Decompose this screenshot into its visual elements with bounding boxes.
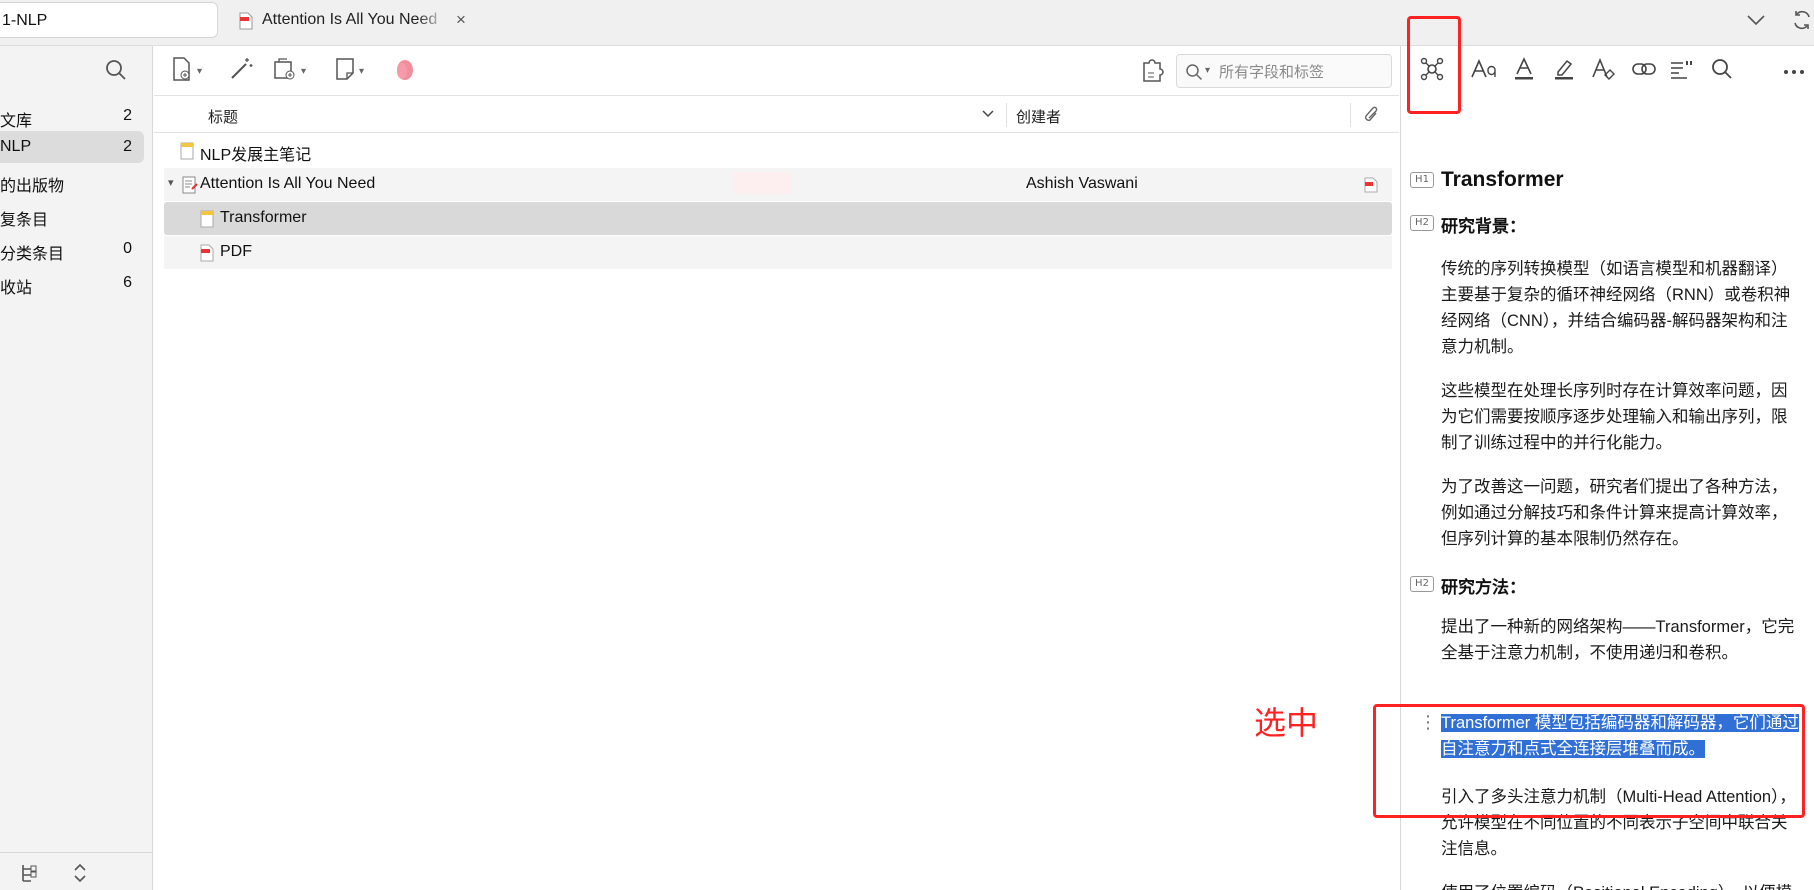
- citation-icon: [1669, 57, 1695, 86]
- items-toolbar: ▾ ▾ ▾ ▾: [154, 46, 1399, 96]
- new-item-button[interactable]: ▾: [170, 56, 202, 87]
- journal-article-icon: [182, 176, 198, 199]
- pdf-icon: [200, 244, 214, 267]
- items-pane: ▾ ▾ ▾ ▾ 标题 创建者 NLP发展主笔记: [154, 46, 1399, 890]
- highlighter-icon: [1552, 57, 1576, 86]
- section-heading: 研究方法：: [1441, 578, 1526, 597]
- sidebar-footer: [0, 852, 153, 890]
- text-color-button[interactable]: [1509, 56, 1539, 86]
- chevron-down-icon[interactable]: [1744, 8, 1768, 32]
- new-item-icon: [170, 56, 194, 87]
- collections-sidebar: 文库 2 NLP 2 的出版物 复条目 分类条目 0 收站 6: [0, 46, 153, 890]
- note-icon: [180, 142, 194, 165]
- paragraph: 使用了位置编码（Positional Encoding），以便模型能够利用序列的…: [1441, 880, 1803, 890]
- petal-icon: [392, 56, 418, 87]
- row-title: PDF: [220, 243, 252, 260]
- note-icon: [200, 210, 214, 233]
- sort-chevron-icon[interactable]: [980, 105, 996, 125]
- sidebar-item-duplicates[interactable]: 复条目: [0, 199, 144, 231]
- heading-tag: H2: [1410, 215, 1434, 231]
- text-color-icon: [1512, 56, 1536, 86]
- add-attachment-button[interactable]: ▾: [272, 56, 306, 87]
- search-highlight: [734, 172, 792, 194]
- table-row[interactable]: NLP发展主笔记: [164, 134, 1392, 167]
- sync-icon[interactable]: [1790, 8, 1814, 32]
- annotation-box-toolbar: [1407, 16, 1461, 114]
- note-editor-pane: H1 Transformer H2 研究背景： 传统的序列转换模型（如语言模型和…: [1373, 16, 1814, 890]
- puzzle-icon: [1140, 55, 1164, 88]
- table-row[interactable]: ▾ Attention Is All You Need Ashish Vaswa…: [164, 168, 1392, 201]
- table-row[interactable]: Transformer: [164, 202, 1392, 235]
- sidebar-item-nlp[interactable]: NLP 2: [0, 131, 144, 163]
- find-button[interactable]: [1707, 58, 1737, 84]
- paragraph: 为了改善这一问题，研究者们提出了各种方法，例如通过分解技巧和条件计算来提高计算效…: [1441, 478, 1788, 548]
- column-divider: [1006, 103, 1007, 127]
- row-title: NLP发展主笔记: [200, 147, 312, 164]
- row-creator: Ashish Vaswani: [1026, 175, 1138, 192]
- pdf-attachment-icon[interactable]: [1364, 177, 1378, 198]
- more-options-button[interactable]: [1779, 58, 1809, 84]
- note-toolbar: [1401, 16, 1814, 114]
- sidebar-item-library[interactable]: 文库 2: [0, 100, 144, 132]
- row-title: Transformer: [220, 209, 307, 226]
- search-input[interactable]: [1219, 61, 1387, 83]
- paragraph: 传统的序列转换模型（如语言模型和机器翻译）主要基于复杂的循环神经网络（RNN）或…: [1441, 260, 1791, 356]
- annotation-color-button[interactable]: [392, 58, 418, 84]
- annotation-label: 选中: [1254, 704, 1319, 742]
- locate-button[interactable]: [1140, 58, 1164, 84]
- paragraph: 提出了一种新的网络架构——Transformer，它完全基于注意力机制，不使用递…: [1441, 618, 1795, 662]
- font-size-button[interactable]: [1469, 58, 1499, 84]
- sidebar-item-unfiled[interactable]: 分类条目 0: [0, 233, 144, 265]
- paperclip-icon[interactable]: [1362, 105, 1380, 129]
- tab-document-label: Attention Is All You Need: [262, 11, 438, 28]
- clear-format-button[interactable]: [1589, 57, 1619, 86]
- magic-wand-button[interactable]: [228, 56, 254, 87]
- text-size-icon: [1470, 58, 1498, 85]
- heading-tag: H2: [1410, 576, 1434, 592]
- row-title: Attention Is All You Need: [200, 175, 376, 192]
- column-divider: [1350, 103, 1351, 127]
- tree-icon[interactable]: [18, 862, 40, 889]
- pdf-icon: [238, 12, 254, 35]
- new-note-button[interactable]: ▾: [334, 56, 364, 87]
- expand-collapse-icon[interactable]: [72, 862, 88, 889]
- annotation-box-selection: [1373, 704, 1805, 818]
- add-attachment-icon: [272, 56, 298, 87]
- tab-bar: 1-NLP Attention Is All You Need ×: [0, 0, 1814, 46]
- magic-wand-icon: [228, 56, 254, 87]
- note-title: Transformer: [1441, 168, 1564, 191]
- insert-citation-button[interactable]: [1667, 58, 1697, 84]
- link-icon: [1631, 58, 1657, 85]
- sidebar-item-publications[interactable]: 的出版物: [0, 165, 144, 197]
- close-icon[interactable]: ×: [456, 10, 466, 30]
- column-header: 标题 创建者: [154, 97, 1399, 133]
- clear-format-icon: [1591, 57, 1617, 86]
- search-icon: [1185, 63, 1203, 86]
- section-heading: 研究背景：: [1441, 217, 1526, 236]
- search-icon: [1710, 57, 1734, 86]
- column-creator-header[interactable]: 创建者: [1016, 106, 1061, 127]
- sidebar-item-trash[interactable]: 收站 6: [0, 267, 144, 299]
- column-title-header[interactable]: 标题: [208, 106, 238, 127]
- table-row[interactable]: PDF: [164, 236, 1392, 269]
- tab-library[interactable]: 1-NLP: [0, 2, 218, 38]
- tab-library-label: 1-NLP: [2, 12, 48, 29]
- highlight-button[interactable]: [1549, 58, 1579, 84]
- heading-tag: H1: [1410, 172, 1434, 188]
- search-icon[interactable]: [104, 58, 128, 87]
- tab-document[interactable]: Attention Is All You Need ×: [234, 2, 472, 38]
- note-icon: [334, 56, 356, 87]
- more-icon: [1782, 62, 1806, 80]
- search-field-container[interactable]: ▾: [1176, 54, 1392, 88]
- insert-link-button[interactable]: [1629, 58, 1659, 84]
- paragraph: 这些模型在处理长序列时存在计算效率问题，因为它们需要按顺序逐步处理输入和输出序列…: [1441, 382, 1788, 452]
- expand-toggle-icon[interactable]: ▾: [168, 176, 174, 189]
- chevron-down-icon[interactable]: ▾: [1205, 65, 1210, 76]
